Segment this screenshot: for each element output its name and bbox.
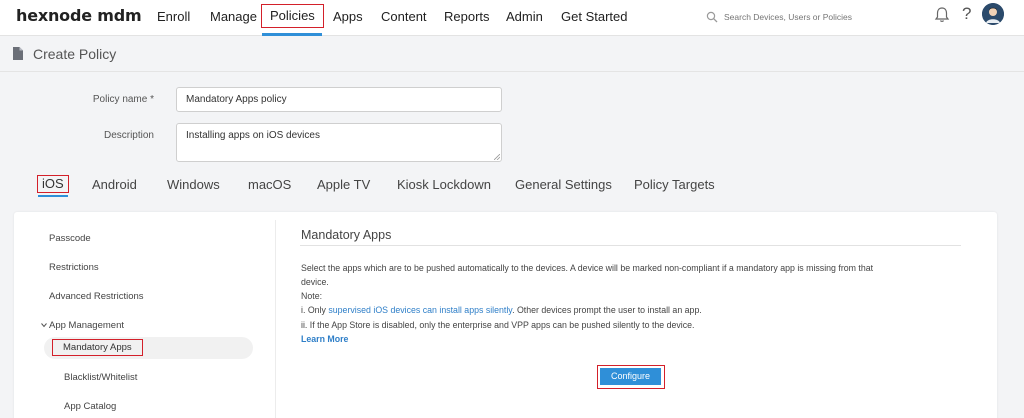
page-title: Create Policy xyxy=(33,46,117,62)
document-icon xyxy=(13,47,23,60)
bell-icon[interactable] xyxy=(934,6,950,24)
supervised-devices-link[interactable]: supervised iOS devices can install apps … xyxy=(328,305,512,315)
tab-apple-tv[interactable]: Apple TV xyxy=(317,176,370,194)
help-icon[interactable]: ? xyxy=(962,4,971,24)
tab-kiosk-lockdown[interactable]: Kiosk Lockdown xyxy=(397,176,491,194)
tab-general-settings[interactable]: General Settings xyxy=(515,176,612,194)
description-line-1: Select the apps which are to be pushed a… xyxy=(301,263,874,273)
nav-apps[interactable]: Apps xyxy=(333,6,363,28)
tab-macos[interactable]: macOS xyxy=(248,176,291,194)
section-divider xyxy=(300,245,961,246)
search-icon xyxy=(706,11,718,23)
note-line-2: ii. If the App Store is disabled, only t… xyxy=(301,320,695,330)
configure-button[interactable]: Configure xyxy=(600,368,661,385)
description-textarea[interactable]: Installing apps on iOS devices xyxy=(176,123,502,162)
sidebar-group-label: App Management xyxy=(49,320,124,331)
policy-name-label: Policy name * xyxy=(92,94,154,105)
policy-config-panel xyxy=(14,212,997,418)
brand-logo[interactable]: hexnode mdm xyxy=(16,6,142,25)
tab-active-underline xyxy=(38,195,68,197)
nav-enroll[interactable]: Enroll xyxy=(157,6,190,28)
user-avatar-icon xyxy=(982,3,1004,25)
nav-active-underline xyxy=(262,33,322,36)
policy-name-input[interactable] xyxy=(176,87,502,112)
sidebar-item-blacklist-whitelist[interactable]: Blacklist/Whitelist xyxy=(64,372,137,383)
nav-policies[interactable]: Policies xyxy=(261,4,324,28)
search-input[interactable] xyxy=(724,12,914,22)
tab-policy-targets[interactable]: Policy Targets xyxy=(634,176,715,194)
nav-manage[interactable]: Manage xyxy=(210,6,257,28)
nav-admin[interactable]: Admin xyxy=(506,6,543,28)
sidebar-divider xyxy=(275,220,276,418)
sidebar-item-advanced-restrictions[interactable]: Advanced Restrictions xyxy=(49,291,144,302)
tab-ios[interactable]: iOS xyxy=(37,175,69,193)
nav-get-started[interactable]: Get Started xyxy=(561,6,627,28)
search-box[interactable] xyxy=(706,7,916,27)
resize-handle-icon[interactable] xyxy=(494,154,500,160)
sidebar-item-app-catalog[interactable]: App Catalog xyxy=(64,401,116,412)
sidebar-item-passcode[interactable]: Passcode xyxy=(49,233,91,244)
sidebar-item-mandatory-apps[interactable]: Mandatory Apps xyxy=(52,339,143,356)
note-label: Note: xyxy=(301,291,323,301)
tab-windows[interactable]: Windows xyxy=(167,176,220,194)
description-line-2: device. xyxy=(301,277,329,287)
nav-content[interactable]: Content xyxy=(381,6,427,28)
configure-highlight: Configure xyxy=(597,365,665,389)
description-label: Description xyxy=(103,130,154,141)
sidebar-item-restrictions[interactable]: Restrictions xyxy=(49,262,99,273)
note-1-suffix: . Other devices prompt the user to insta… xyxy=(512,305,702,315)
section-title: Mandatory Apps xyxy=(301,228,392,242)
top-navbar: hexnode mdm Enroll Manage Policies Apps … xyxy=(0,0,1024,36)
avatar[interactable] xyxy=(982,3,1004,25)
sidebar-group-app-management[interactable]: App Management xyxy=(41,320,124,331)
tab-android[interactable]: Android xyxy=(92,176,137,194)
nav-reports[interactable]: Reports xyxy=(444,6,490,28)
learn-more-link[interactable]: Learn More xyxy=(301,334,348,344)
page-header: Create Policy xyxy=(0,38,1024,72)
chevron-down-icon xyxy=(41,323,47,328)
note-line-1: i. Only supervised iOS devices can insta… xyxy=(301,305,702,315)
note-1-prefix: i. Only xyxy=(301,305,329,315)
